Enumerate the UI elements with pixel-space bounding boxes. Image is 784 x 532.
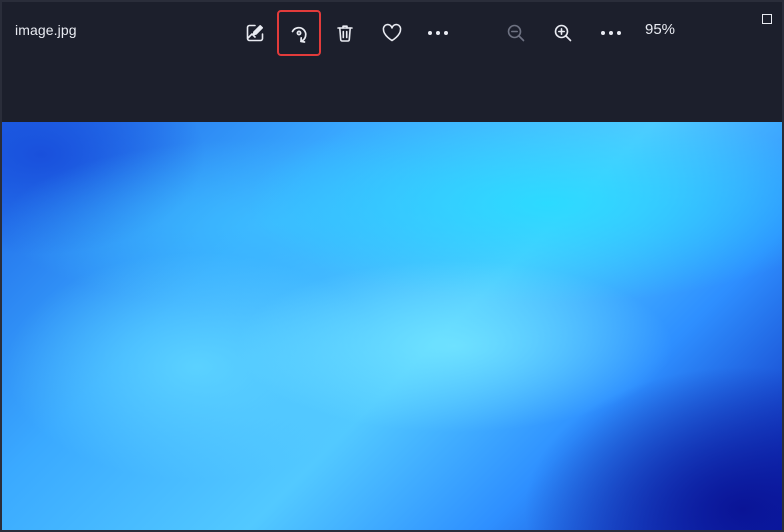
view-more-options-button[interactable] <box>589 10 633 56</box>
title-bar: image.jpg 95% <box>2 2 782 122</box>
zoom-level-indicator[interactable]: 95% <box>645 21 675 38</box>
more-options-button[interactable] <box>416 10 460 56</box>
favorite-button[interactable] <box>370 10 414 56</box>
zoom-in-button[interactable] <box>541 10 585 56</box>
more-horizontal-icon <box>428 31 448 35</box>
zoom-in-icon <box>554 24 572 42</box>
delete-button[interactable] <box>323 10 367 56</box>
rotate-button[interactable] <box>277 10 321 56</box>
maximize-icon <box>762 14 772 24</box>
zoom-out-icon <box>507 24 525 42</box>
heart-icon <box>382 23 402 42</box>
file-name-label: image.jpg <box>15 22 77 38</box>
more-horizontal-icon <box>601 31 621 35</box>
image-viewport[interactable] <box>2 122 782 530</box>
photos-app-window: image.jpg 95% <box>0 0 784 532</box>
rotate-icon <box>291 26 307 43</box>
trash-icon <box>337 25 353 42</box>
maximize-button[interactable] <box>758 10 776 28</box>
edit-image-icon <box>246 24 264 42</box>
edit-image-button[interactable] <box>233 10 277 56</box>
zoom-out-button[interactable] <box>494 10 538 56</box>
